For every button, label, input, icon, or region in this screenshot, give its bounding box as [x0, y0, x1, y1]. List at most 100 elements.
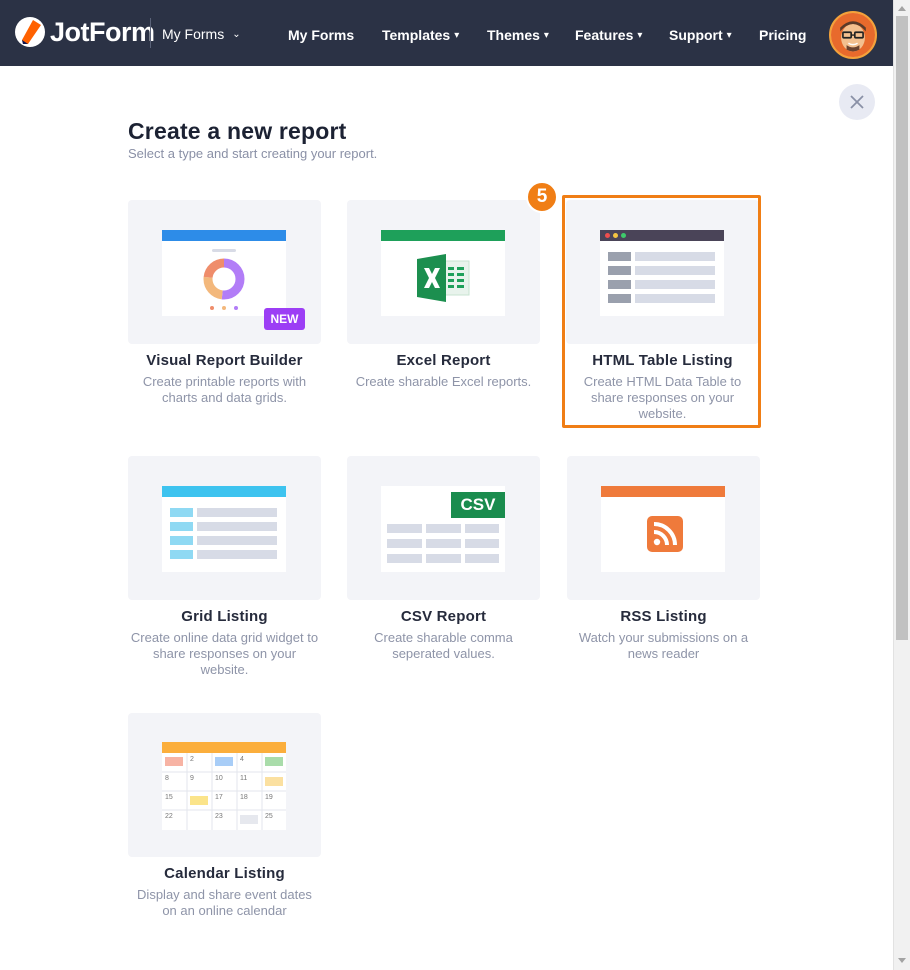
caret-down-icon: ▾ [637, 29, 643, 41]
csv-cell [426, 524, 461, 533]
calendar-day-number: 10 [215, 775, 223, 782]
grid-cell-accent [170, 508, 193, 517]
calendar-day-number: 8 [165, 775, 169, 782]
preview-title-line [212, 249, 236, 252]
grid-cell [197, 522, 277, 531]
calendar-day-number: 15 [165, 794, 173, 801]
card-grid-listing[interactable]: Grid Listing Create online data grid wid… [128, 456, 321, 678]
card-thumbnail: NEW [128, 200, 321, 344]
card-html-table-listing[interactable]: HTML Table Listing Create HTML Data Tabl… [566, 200, 759, 422]
calendar-day-number: 9 [190, 775, 194, 782]
nav-themes[interactable]: Themes ▾ [487, 27, 549, 43]
calendar-day-number: 4 [240, 756, 244, 763]
grid-cell [197, 536, 277, 545]
card-title: Visual Report Builder [146, 352, 303, 369]
calendar-day-number: 11 [240, 775, 248, 782]
jotform-logo[interactable]: JotForm [14, 16, 155, 48]
page-subtitle: Select a type and start creating your re… [128, 146, 378, 161]
csv-badge: CSV [451, 492, 505, 518]
nav-support[interactable]: Support ▾ [669, 27, 732, 43]
donut-chart-icon [203, 258, 245, 300]
card-description: Create printable reports with charts and… [142, 374, 307, 405]
window-dot-yellow [613, 233, 618, 238]
card-thumbnail: CSV [347, 456, 540, 600]
preview-window-bar [600, 230, 724, 241]
user-avatar[interactable] [829, 11, 877, 59]
calendar-day-number: 25 [265, 813, 273, 820]
nav-pricing[interactable]: Pricing [759, 27, 806, 43]
nav-label: My Forms [288, 27, 355, 43]
csv-cell [465, 524, 499, 533]
close-button[interactable] [839, 84, 875, 120]
calendar-day-number: 23 [215, 813, 223, 820]
card-thumbnail [567, 456, 760, 600]
preview-header-bar [162, 742, 286, 753]
scroll-up-arrow-icon[interactable] [898, 6, 906, 11]
card-title: Excel Report [396, 352, 491, 369]
table-cell-light [635, 280, 715, 289]
logo-text: JotForm [50, 16, 155, 47]
step-number-badge: 5 [526, 181, 558, 213]
nav-my-forms[interactable]: My Forms [288, 27, 354, 43]
grid-cell [197, 550, 277, 559]
table-cell-light [635, 294, 715, 303]
vertical-scrollbar[interactable] [893, 0, 910, 970]
nav-templates[interactable]: Templates ▾ [382, 27, 459, 43]
new-badge: NEW [264, 308, 305, 330]
caret-down-icon: ▾ [726, 29, 732, 41]
myforms-dropdown-label: My Forms [162, 26, 225, 42]
csv-cell [465, 554, 499, 563]
preview-header-bar [162, 486, 286, 497]
myforms-dropdown[interactable]: My Forms ⌄ [162, 26, 241, 42]
page-title: Create a new report [128, 118, 347, 144]
card-rss-listing[interactable]: RSS Listing Watch your submissions on a … [567, 456, 760, 662]
card-description: Create HTML Data Table to share response… [583, 374, 742, 421]
card-thumbnail [347, 200, 540, 344]
calendar-day-number: 2 [190, 756, 194, 763]
nav-label: Themes [487, 27, 540, 43]
excel-icon [417, 254, 470, 302]
preview-header-bar [162, 230, 286, 241]
card-title: RSS Listing [620, 608, 707, 625]
csv-cell [426, 539, 461, 548]
calendar-day-number: 22 [165, 813, 173, 820]
card-description: Display and share event dates on an onli… [137, 887, 312, 918]
visual-report-preview [162, 230, 286, 316]
card-calendar-listing[interactable]: 2 4 8 9 10 11 15 17 18 19 22 23 25 Calen… [128, 713, 321, 919]
card-description: Create sharable Excel reports. [355, 374, 532, 389]
scrollbar-thumb[interactable] [896, 16, 908, 640]
csv-cell [387, 554, 422, 563]
nav-features[interactable]: Features ▾ [575, 27, 642, 43]
logo-divider [150, 18, 151, 48]
table-cell-dark [608, 280, 631, 289]
card-thumbnail [128, 456, 321, 600]
table-cell-dark [608, 252, 631, 261]
card-title: Grid Listing [181, 608, 268, 625]
card-thumbnail [566, 200, 759, 344]
close-icon [850, 95, 864, 109]
card-visual-report-builder[interactable]: NEW Visual Report Builder Create printab… [128, 200, 321, 406]
grid-cell-accent [170, 550, 193, 559]
scroll-down-arrow-icon[interactable] [898, 958, 906, 963]
table-cell-light [635, 266, 715, 275]
card-title: CSV Report [400, 608, 487, 625]
calendar-day-number: 18 [240, 794, 248, 801]
calendar-day-number: 17 [215, 794, 223, 801]
card-excel-report[interactable]: Excel Report Create sharable Excel repor… [347, 200, 540, 390]
rss-listing-preview [601, 486, 725, 572]
card-description: Watch your submissions on a news reader [578, 630, 749, 661]
window-dot-green [621, 233, 626, 238]
avatar-face-icon [831, 13, 875, 57]
table-cell-light [635, 252, 715, 261]
csv-cell [387, 524, 422, 533]
card-csv-report[interactable]: CSV CSV Report Create sharable comma sep… [347, 456, 540, 662]
rss-icon [647, 516, 683, 552]
excel-report-preview [381, 230, 505, 316]
calendar-day-number: 19 [265, 794, 273, 801]
html-table-preview [600, 230, 724, 316]
grid-cell [197, 508, 277, 517]
nav-label: Features [575, 27, 634, 43]
nav-label: Templates [382, 27, 451, 43]
caret-down-icon: ▾ [543, 29, 549, 41]
csv-cell [387, 539, 422, 548]
